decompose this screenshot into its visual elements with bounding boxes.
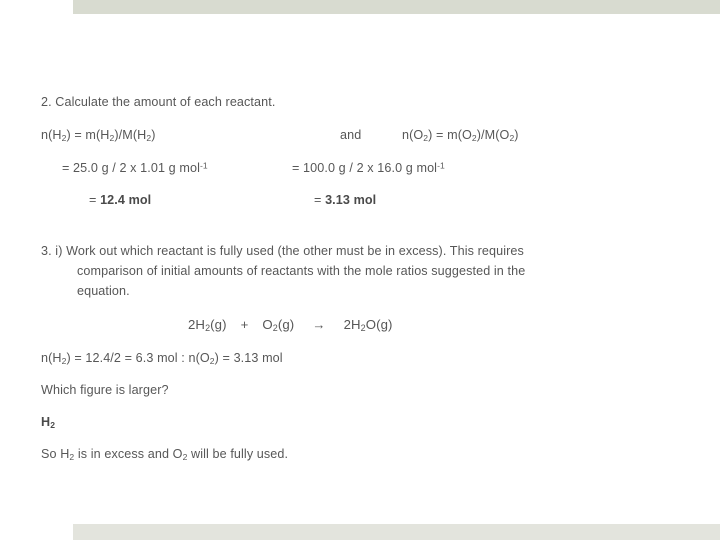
equation-product-mid: O [365, 317, 377, 332]
step2-heading: 2. Calculate the amount of each reactant… [41, 95, 276, 109]
hydrogen-formula-lhs: n(H [41, 128, 62, 142]
conclusion-statement: So H2 is in excess and O2 will be fully … [41, 446, 288, 462]
hydrogen-result: = 12.4 mol [89, 192, 151, 208]
comparison-question: Which figure is larger? [41, 383, 169, 397]
mole-comparison: n(H2) = 12.4/2 = 6.3 mol : n(O2) = 3.13 … [41, 350, 283, 366]
oxygen-mole-formula: n(O2) = m(O2)/M(O2) [402, 127, 519, 143]
hydrogen-result-value: 12.4 mol [100, 193, 152, 207]
step3-line-3: equation. [77, 284, 130, 298]
conclusion-part-1: So H [41, 447, 70, 461]
comparison-answer-text: H [41, 415, 51, 429]
equation-reactant1-coefficient: 2H [188, 317, 206, 332]
hydrogen-calculation: = 25.0 g / 2 x 1.01 g mol-1 [62, 160, 208, 176]
mole-comparison-h-label: n(H [41, 351, 62, 365]
conclusion-part-3: will be fully used. [187, 447, 289, 461]
step3-line-1: 3. i) Work out which reactant is fully u… [41, 244, 524, 258]
formula-conjunction: and [340, 128, 362, 142]
oxygen-formula-lhs: n(O [402, 128, 424, 142]
oxygen-result-value: 3.13 mol [325, 193, 377, 207]
oxygen-formula-tail: )/M(O [476, 128, 510, 142]
oxygen-formula-end: ) [514, 128, 519, 142]
oxygen-calculation-superscript: -1 [437, 160, 445, 171]
equation-product: 2H [343, 317, 361, 332]
mole-comparison-o-value: ) = 3.13 mol [214, 351, 283, 365]
oxygen-result-equals: = [314, 193, 326, 207]
slide-canvas: 2. Calculate the amount of each reactant… [0, 0, 720, 540]
equation-reactant2-state: (g) [277, 317, 295, 332]
hydrogen-mole-formula: n(H2) = m(H2)/M(H2) [41, 127, 155, 143]
oxygen-result: = 3.13 mol [314, 192, 376, 208]
equation-arrow-icon: → [312, 317, 326, 332]
equation-product-state: (g) [376, 317, 393, 332]
top-accent-bar [73, 0, 720, 14]
mole-comparison-h-value: ) = 12.4/2 = 6.3 mol : n(O [66, 351, 210, 365]
hydrogen-calculation-text: = 25.0 g / 2 x 1.01 g mol [62, 161, 200, 175]
oxygen-formula-mid: ) = m(O [428, 128, 472, 142]
conclusion-part-2: is in excess and O [74, 447, 183, 461]
chemical-equation: 2H2(g) + O2(g) → 2H2O(g) [188, 317, 393, 333]
comparison-answer-sub: 2 [50, 420, 56, 431]
hydrogen-formula-tail: )/M(H [114, 128, 147, 142]
equation-reactant1-state: (g) [210, 317, 227, 332]
hydrogen-calculation-superscript: -1 [199, 160, 208, 171]
oxygen-calculation-text: = 100.0 g / 2 x 16.0 g mol [292, 161, 438, 175]
oxygen-calculation: = 100.0 g / 2 x 16.0 g mol-1 [292, 160, 445, 176]
hydrogen-formula-end: ) [151, 128, 156, 142]
hydrogen-result-equals: = [89, 193, 101, 207]
equation-reactant2: O [262, 317, 273, 332]
step3-line-2: comparison of initial amounts of reactan… [77, 264, 526, 278]
bottom-accent-bar [73, 524, 720, 540]
comparison-answer: H2 [41, 414, 55, 430]
equation-plus-sign: + [240, 317, 249, 332]
hydrogen-formula-mid: ) = m(H [66, 128, 110, 142]
